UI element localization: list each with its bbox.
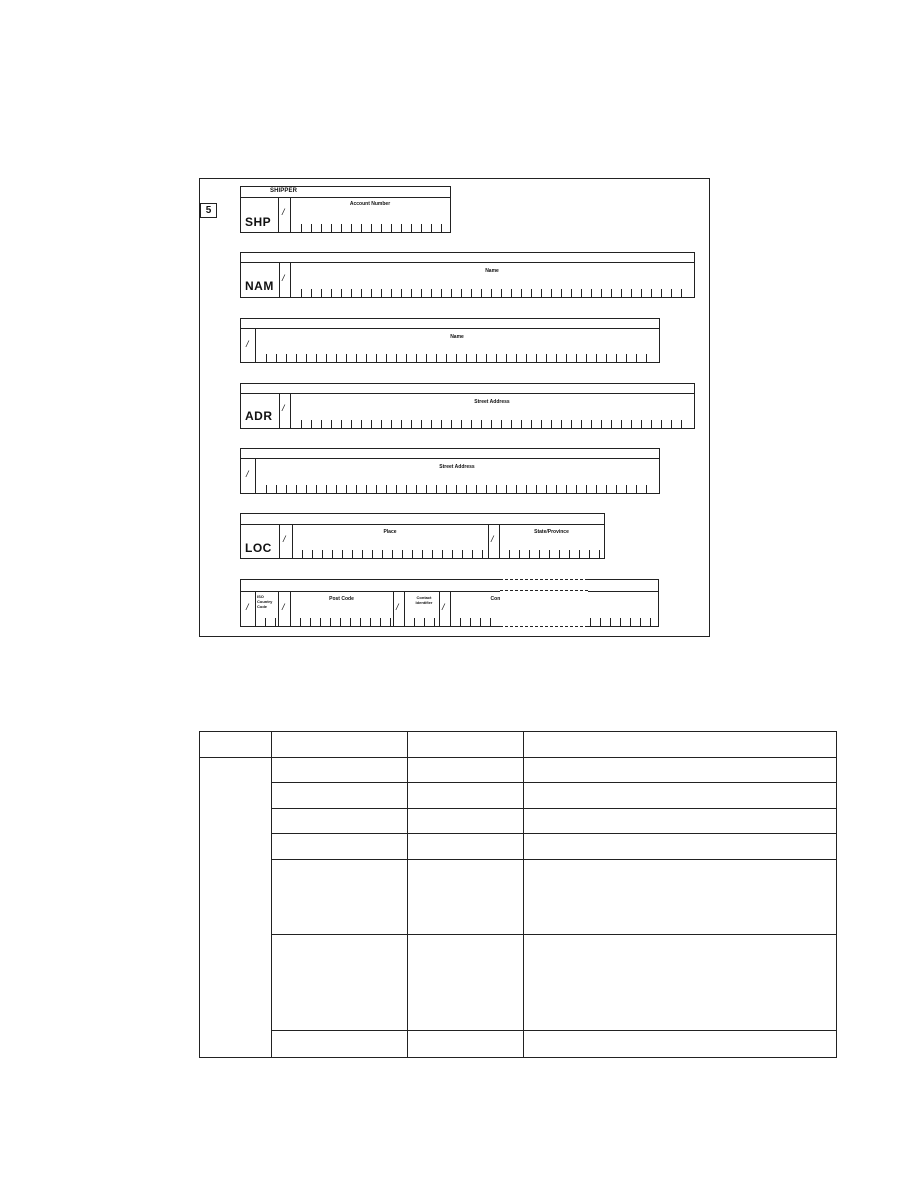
address-code: ADR	[245, 409, 273, 423]
contact-break-dash-3	[500, 626, 588, 627]
contact-slash-4: /	[442, 602, 445, 612]
name-box-1: NAM / Name	[240, 252, 695, 298]
location-slash-2: /	[491, 534, 494, 544]
contact-identifier-ticks[interactable]	[414, 618, 439, 626]
location-slash-1: /	[283, 534, 286, 544]
name-label-2: Name	[450, 334, 464, 340]
contact-number-ticks-a[interactable]	[460, 618, 500, 626]
name-ticks-2[interactable]	[266, 354, 655, 362]
name-slash-2: /	[246, 339, 249, 349]
address-slash-1: /	[282, 403, 285, 413]
contact-box: / ISO Country Code / Post Code / Contact…	[240, 579, 659, 627]
contact-identifier-label: Contact Identifier	[415, 595, 433, 605]
account-number-ticks[interactable]	[301, 224, 446, 232]
address-box-1: ADR / Street Address	[240, 383, 695, 429]
contact-break-dash-1	[500, 579, 588, 580]
post-code-ticks[interactable]	[300, 618, 393, 626]
address-box-2: / Street Address	[240, 448, 660, 494]
shipper-slash: /	[282, 207, 285, 217]
account-number-label: Account Number	[349, 201, 391, 207]
contact-slash-3: /	[396, 602, 399, 612]
street-address-ticks-2[interactable]	[266, 485, 655, 493]
shipper-code: SHP	[245, 215, 272, 229]
name-ticks-1[interactable]	[301, 289, 684, 297]
shipper-title: SHIPPER	[270, 188, 298, 194]
name-code: NAM	[245, 279, 274, 293]
name-label-1: Name	[485, 268, 499, 274]
step-number-badge: 5	[200, 203, 217, 218]
address-slash-2: /	[246, 469, 249, 479]
iso-country-code-label: ISO Country Code	[257, 594, 273, 609]
empty-table	[199, 731, 837, 1058]
name-box-2: / Name	[240, 318, 660, 363]
place-ticks[interactable]	[302, 550, 488, 558]
post-code-label: Post Code	[329, 596, 354, 602]
shipper-box: SHIPPER SHP / Account Number	[240, 186, 451, 233]
contact-slash-2: /	[282, 602, 285, 612]
location-box: LOC / Place / State/Province	[240, 513, 605, 559]
state-province-label: State/Province	[534, 529, 569, 535]
contact-slash-1: /	[246, 602, 249, 612]
contact-number-ticks-b[interactable]	[590, 618, 654, 626]
location-code: LOC	[245, 541, 272, 555]
street-address-label-2: Street Address	[439, 464, 475, 470]
place-label: Place	[383, 529, 397, 535]
street-address-ticks-1[interactable]	[301, 420, 684, 428]
name-slash-1: /	[282, 273, 285, 283]
street-address-label-1: Street Address	[474, 399, 510, 405]
state-province-ticks[interactable]	[509, 550, 600, 558]
contact-break-mask	[500, 575, 588, 631]
contact-break-dash-2	[500, 590, 588, 591]
